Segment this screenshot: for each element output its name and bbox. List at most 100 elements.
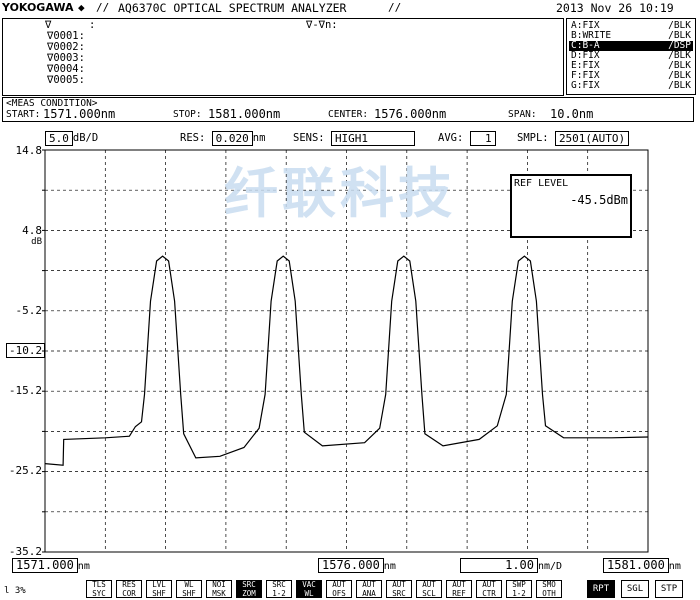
span-value: 10.0nm (550, 107, 594, 121)
y-tick-label: -25.2 (8, 464, 42, 477)
softkey-bottom-label: REF (452, 588, 466, 598)
softkey-aut-ofs[interactable]: AUT OFS (326, 580, 352, 598)
trace-list-panel: A:FIX/BLK B:WRITE/BLK C:B-A/DSP D:FIX/BL… (566, 18, 696, 95)
softkey-bottom-label: MSK (212, 588, 226, 598)
brand-logo: YOKOGAWA (2, 1, 74, 14)
brand-diamond-icon: ◆ (78, 1, 85, 14)
sens-label: SENS: (293, 132, 325, 144)
x-perdiv-unit: nm/D (538, 561, 563, 572)
scale-value-box[interactable]: 5.0 (45, 131, 73, 146)
stop-value: 1581.000nm (208, 107, 281, 121)
marker-delta-header: ∇-∇n: (306, 19, 338, 31)
softkey-aut-ref[interactable]: AUT REF (446, 580, 472, 598)
softkey-aut-scl[interactable]: AUT SCL (416, 580, 442, 598)
y-tick-label: -35.2 (8, 545, 42, 558)
softkey-aut-ana[interactable]: AUT ANA (356, 580, 382, 598)
softkey-bottom-label: 1-2 (272, 588, 286, 598)
y-tick-label: 14.8 (15, 144, 43, 157)
softkey-wl-shf[interactable]: WL SHF (176, 580, 202, 598)
softkey-tls-syc[interactable]: TLS SYC (86, 580, 112, 598)
softkey-src-zom[interactable]: SRC ZOM (236, 580, 262, 598)
softkey-lvl-shf[interactable]: LVL SHF (146, 580, 172, 598)
run-button-stp[interactable]: STP (655, 580, 683, 598)
run-button-sgl[interactable]: SGL (621, 580, 649, 598)
softkey-noi-msk[interactable]: NOI MSK (206, 580, 232, 598)
ref-level-value: -45.5dBm (570, 193, 628, 207)
softkey-bottom-label: ANA (362, 588, 376, 598)
meas-condition-panel: <MEAS CONDITION> START: 1571.000nm STOP:… (2, 97, 694, 122)
softkey-aut-ctr[interactable]: AUT CTR (476, 580, 502, 598)
sensitivity-param[interactable]: SENS: HIGH1 (293, 131, 415, 146)
trace-status: /BLK (668, 80, 691, 91)
softkey-bottom-label: SYC (92, 588, 106, 598)
ref-level-label: REF LEVEL (514, 178, 569, 189)
softkey-bottom-label: OTH (542, 588, 556, 598)
x-stop-unit: nm (668, 561, 681, 572)
x-stop-box[interactable]: 1581.000 (603, 558, 669, 573)
softkey-bottom-label: SRC (392, 588, 406, 598)
marker-list-panel: ∇ : ∇-∇n: ∇0001: ∇0002: ∇0003: ∇0004: ∇0… (2, 18, 564, 96)
softkey-bottom-label: 1-2 (512, 588, 526, 598)
datetime: 2013 Nov 26 10:19 (556, 1, 674, 15)
x-perdiv-box[interactable]: 1.00 (460, 558, 538, 573)
spectrum-trace (44, 255, 649, 466)
softkey-smo-oth[interactable]: SMO OTH (536, 580, 562, 598)
softkey-bottom-label: WL (304, 588, 314, 598)
y-axis-unit: dB (31, 237, 42, 247)
softkey-bottom-label: SHF (152, 588, 166, 598)
softkey-bottom-label: ZOM (242, 588, 256, 598)
ref-level-box: REF LEVEL -45.5dBm (510, 174, 632, 238)
center-label: CENTER: (328, 109, 369, 120)
softkey-aut-src[interactable]: AUT SRC (386, 580, 412, 598)
instrument-title: AQ6370C OPTICAL SPECTRUM ANALYZER (118, 1, 347, 15)
stop-label: STOP: (173, 109, 202, 120)
ref-level-marker[interactable]: -10.2 (6, 343, 46, 358)
softkey-bottom-label: CTR (482, 588, 496, 598)
run-button-rpt[interactable]: RPT (587, 580, 615, 598)
x-start-unit: nm (77, 561, 90, 572)
softkey-bottom-label: SCL (422, 588, 436, 598)
scale-param[interactable]: 5.0 dB/D (45, 131, 98, 146)
average-param[interactable]: AVG: 1 (438, 131, 496, 146)
y-tick-label: -5.2 (15, 304, 43, 317)
marker-ref-colon: : (89, 19, 96, 31)
softkey-res-cor[interactable]: RES COR (116, 580, 142, 598)
x-center-box[interactable]: 1576.000 (318, 558, 384, 573)
start-label: START: (6, 109, 41, 120)
x-start-readout[interactable]: 1571.000 nm (12, 558, 90, 573)
center-value: 1576.000nm (374, 107, 447, 121)
sampling-param[interactable]: SMPL: 2501(AUTO) (517, 131, 630, 146)
scale-unit: dB/D (72, 132, 99, 144)
span-label: SPAN: (508, 109, 537, 120)
trace-item-g[interactable]: G:FIX/BLK (569, 81, 693, 91)
resolution-param[interactable]: RES: 0.020 nm (180, 131, 265, 146)
title-separator: // (96, 1, 110, 14)
softkey-swp-1-2[interactable]: SWP 1-2 (506, 580, 532, 598)
sens-value-box[interactable]: HIGH1 (330, 131, 415, 146)
res-value-box[interactable]: 0.020 (211, 131, 253, 146)
title-separator-end: // (388, 1, 402, 14)
x-perdiv-readout[interactable]: 1.00 nm/D (460, 558, 562, 573)
smpl-value-box[interactable]: 2501(AUTO) (554, 131, 630, 146)
plot-marks (44, 255, 649, 466)
softkey-src-1-2[interactable]: SRC 1-2 (266, 580, 292, 598)
smpl-label: SMPL: (517, 132, 549, 144)
res-unit: nm (252, 132, 266, 144)
softkey-bottom-label: COR (122, 588, 136, 598)
x-center-readout[interactable]: 1576.000 nm (318, 558, 396, 573)
res-label: RES: (180, 132, 206, 144)
avg-value-box[interactable]: 1 (469, 131, 496, 146)
x-start-box[interactable]: 1571.000 (12, 558, 78, 573)
softkey-bottom-label: OFS (332, 588, 346, 598)
status-indicator: l 3% (4, 586, 26, 596)
start-value: 1571.000nm (43, 107, 116, 121)
marker-row[interactable]: ∇0005: (47, 75, 85, 86)
watermark: 纤联科技 (224, 162, 456, 225)
x-center-unit: nm (383, 561, 396, 572)
softkey-bottom-label: SHF (182, 588, 196, 598)
x-stop-readout[interactable]: 1581.000 nm (603, 558, 681, 573)
avg-label: AVG: (438, 132, 464, 144)
y-tick-label: -15.2 (8, 384, 42, 397)
softkey-vac-wl[interactable]: VAC WL (296, 580, 322, 598)
trace-name: G:FIX (571, 80, 600, 91)
